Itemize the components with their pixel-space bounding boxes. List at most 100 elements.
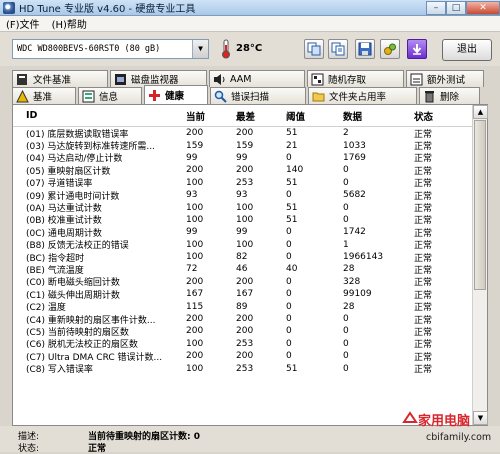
- worst-value: 253: [236, 177, 254, 188]
- raw-data-value: 28: [343, 264, 355, 275]
- settings-button[interactable]: [380, 39, 400, 59]
- tab-benchmark[interactable]: 基准: [12, 87, 76, 104]
- col-data-header[interactable]: 数据: [343, 109, 414, 123]
- raw-data-value: 0: [343, 165, 349, 176]
- info-icon: [82, 90, 95, 103]
- table-row[interactable]: (BE) 气流温度 72 46 40 28 正常: [13, 263, 472, 276]
- worst-value: 82: [236, 252, 248, 263]
- col-worst-header[interactable]: 最差: [236, 109, 286, 123]
- raw-data-value: 1: [343, 239, 349, 250]
- threshold-value: 0: [286, 239, 292, 250]
- attribute-name: (C0) 断电磁头缩回计数: [26, 278, 120, 289]
- tab-file-benchmark-label: 文件基准: [33, 75, 72, 86]
- disk-monitor-icon: [114, 73, 127, 86]
- table-row[interactable]: (C4) 重新映射的扇区事件计数... 200 200 0 0 正常: [13, 313, 472, 326]
- table-row[interactable]: (07) 寻道错误率 100 253 51 0 正常: [13, 177, 472, 190]
- tab-folder-usage[interactable]: 文件夹占用率: [308, 87, 417, 104]
- status-value: 正常: [414, 303, 433, 314]
- threshold-value: 140: [286, 165, 304, 176]
- copy-text-button[interactable]: [328, 39, 348, 59]
- current-value: 167: [186, 289, 204, 300]
- status-value: 正常: [414, 228, 433, 239]
- current-value: 99: [186, 227, 198, 238]
- scroll-thumb[interactable]: [474, 120, 486, 290]
- menu-file[interactable]: (F)文件: [0, 16, 46, 31]
- save-button[interactable]: [355, 39, 375, 59]
- tab-erase[interactable]: 删除: [419, 87, 480, 104]
- threshold-value: 0: [286, 289, 292, 300]
- attribute-name: (0C) 通电周期计数: [26, 228, 102, 239]
- tab-extra-tests[interactable]: 额外测试: [406, 70, 484, 87]
- tab-info[interactable]: 信息: [78, 87, 142, 104]
- table-row[interactable]: (01) 底层数据读取错误率 200 200 51 2 正常: [13, 127, 472, 140]
- scroll-up-icon[interactable]: ▲: [473, 105, 488, 119]
- status-value: 正常: [414, 340, 433, 351]
- table-body: (01) 底层数据读取错误率 200 200 51 2 正常 (03) 马达旋转到标准转速所…: [13, 127, 472, 375]
- tab-random-access[interactable]: 随机存取: [307, 70, 404, 87]
- table-row[interactable]: (C7) Ultra DMA CRC 错误计数... 200 200 0 0 正常: [13, 350, 472, 363]
- col-current-header[interactable]: 当前: [186, 109, 236, 123]
- worst-value: 200: [236, 326, 254, 337]
- window-title: HD Tune 专业版 v4.60 - 硬盘专业工具: [19, 4, 196, 15]
- threshold-value: 51: [286, 214, 298, 225]
- table-row[interactable]: (C8) 写入错误率 100 253 51 0 正常: [13, 362, 472, 376]
- status-value: 正常: [414, 290, 433, 301]
- menu-help[interactable]: (H)帮助: [46, 16, 93, 31]
- watermark-brand: 家用电脑: [418, 414, 471, 429]
- tab-health[interactable]: 健康: [144, 85, 208, 104]
- worst-value: 200: [236, 314, 254, 325]
- table-row[interactable]: (04) 马达启动/停止计数 99 99 0 1769 正常: [13, 152, 472, 165]
- table-row[interactable]: (C1) 磁头伸出周期计数 167 167 0 99109 正常: [13, 288, 472, 301]
- table-row[interactable]: (03) 马达旋转到标准转速所需... 159 159 21 1033 正常: [13, 139, 472, 153]
- tab-info-label: 信息: [99, 92, 119, 103]
- menu-bar: (F)文件 (H)帮助: [0, 16, 500, 32]
- tab-aam[interactable]: AAM: [209, 70, 305, 87]
- copy-icon: [307, 42, 321, 56]
- table-row[interactable]: (C2) 温度 115 89 0 28 正常: [13, 300, 472, 314]
- table-row[interactable]: (09) 累计通电时间计数 93 93 0 5682 正常: [13, 189, 472, 202]
- scrollbar[interactable]: ▲ ▼: [472, 105, 488, 425]
- exit-button[interactable]: 退出: [442, 39, 492, 61]
- status-value: 正常: [414, 278, 433, 289]
- current-value: 200: [186, 276, 204, 287]
- tab-extra-tests-label: 额外测试: [427, 75, 466, 86]
- attribute-name: (04) 马达启动/停止计数: [26, 154, 123, 165]
- benchmark-icon: [16, 89, 29, 103]
- maximize-button[interactable]: □: [446, 1, 466, 15]
- worst-value: 93: [236, 190, 248, 201]
- table-row[interactable]: (C0) 断电磁头缩回计数 200 200 0 328 正常: [13, 276, 472, 289]
- tab-benchmark-label: 基准: [33, 92, 53, 103]
- settings-icon: [384, 43, 396, 55]
- col-status-header[interactable]: 状态: [414, 109, 470, 123]
- tab-random-access-label: 随机存取: [328, 75, 367, 86]
- table-row[interactable]: (05) 重映射扇区计数 200 200 140 0 正常: [13, 164, 472, 177]
- tab-file-benchmark[interactable]: 文件基准: [12, 70, 108, 87]
- threshold-value: 40: [286, 264, 298, 275]
- raw-data-value: 0: [343, 202, 349, 213]
- drive-select[interactable]: WDC WD800BEVS-60RST0 (80 gB) ▼: [12, 39, 209, 59]
- close-button[interactable]: ✕: [466, 1, 500, 15]
- table-row[interactable]: (0C) 通电周期计数 99 99 0 1742 正常: [13, 226, 472, 239]
- copy-button[interactable]: [304, 39, 324, 59]
- copy-text-icon: [331, 42, 345, 56]
- raw-data-value: 1742: [343, 227, 366, 238]
- minimize-button[interactable]: –: [426, 1, 446, 15]
- col-threshold-header[interactable]: 阈值: [286, 109, 343, 123]
- worst-value: 159: [236, 140, 254, 151]
- table-row[interactable]: (0B) 校准重试计数 100 100 51 0 正常: [13, 214, 472, 227]
- threshold-value: 0: [286, 338, 292, 349]
- table-row[interactable]: (B8) 反馈无法校正的错误 100 100 0 1 正常: [13, 239, 472, 252]
- table-row[interactable]: (BC) 指令超时 100 82 0 1966143 正常: [13, 251, 472, 264]
- attribute-name: (09) 累计通电时间计数: [26, 191, 120, 202]
- raw-data-value: 0: [343, 214, 349, 225]
- tab-error-scan-label: 错误扫描: [231, 92, 270, 103]
- table-row[interactable]: (C5) 当前待映射的扇区数 200 200 0 0 正常: [13, 325, 472, 338]
- col-id-header[interactable]: ID: [13, 110, 186, 121]
- download-button[interactable]: [407, 39, 427, 59]
- chevron-down-icon[interactable]: ▼: [192, 40, 208, 58]
- tab-error-scan[interactable]: 错误扫描: [210, 87, 306, 104]
- table-row[interactable]: (0A) 马达重试计数 100 100 51 0 正常: [13, 201, 472, 215]
- threshold-value: 0: [286, 190, 292, 201]
- table-row[interactable]: (C6) 脱机无法校正的扇区数 100 253 0 0 正常: [13, 338, 472, 351]
- speaker-icon: [213, 73, 226, 86]
